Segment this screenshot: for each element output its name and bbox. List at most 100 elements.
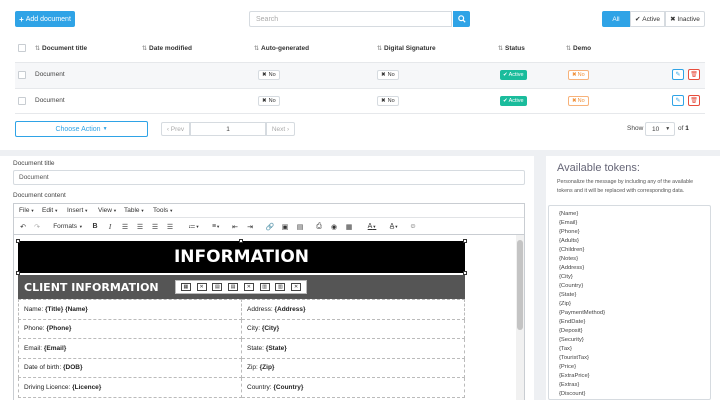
- token-item[interactable]: {EndDate}: [559, 318, 700, 327]
- scrollbar-thumb[interactable]: [517, 240, 523, 330]
- filter-all-button[interactable]: All: [602, 11, 630, 27]
- insert-row-after-icon[interactable]: ▤: [228, 283, 239, 291]
- align-left-icon[interactable]: ☰: [120, 221, 130, 232]
- insert-col-after-icon[interactable]: ▥: [275, 283, 286, 291]
- per-page-select[interactable]: 10 ▼: [645, 122, 675, 136]
- table-cell[interactable]: Driving Licence: {Licence}: [18, 377, 242, 398]
- resize-handle[interactable]: [239, 239, 243, 243]
- numbered-list-icon[interactable]: ≡ ▼: [209, 221, 223, 232]
- status-badge[interactable]: ✔ Active: [500, 70, 527, 80]
- token-item[interactable]: {Price}: [559, 363, 700, 372]
- demo-badge[interactable]: ✖ No: [568, 96, 589, 106]
- table-cell[interactable]: City: {City}: [241, 318, 465, 339]
- token-item[interactable]: {Zip}: [559, 300, 700, 309]
- status-badge[interactable]: ✔ Active: [500, 96, 527, 106]
- column-demo[interactable]: ⇅ Demo: [566, 45, 591, 52]
- token-item[interactable]: {Discount}: [559, 390, 700, 399]
- token-item[interactable]: {Country}: [559, 282, 700, 291]
- select-all-checkbox[interactable]: [18, 44, 26, 52]
- align-center-icon[interactable]: ☰: [135, 221, 145, 232]
- demo-badge[interactable]: ✖ No: [568, 70, 589, 80]
- token-item[interactable]: {Email}: [559, 219, 700, 228]
- table-row[interactable]: Document ✖ No ✖ No ✔ Active ✖ No ✎ 🗑: [15, 62, 705, 88]
- resize-handle[interactable]: [463, 239, 467, 243]
- delete-table-icon[interactable]: ✕: [196, 283, 207, 291]
- column-date-modified[interactable]: ⇅ Date modified: [142, 45, 192, 52]
- delete-button[interactable]: 🗑: [688, 95, 700, 106]
- token-item[interactable]: {Adults}: [559, 237, 700, 246]
- menu-file[interactable]: File ▼: [19, 207, 34, 214]
- table-cell[interactable]: Zip: {Zip}: [241, 357, 465, 378]
- next-page-button[interactable]: Next ›: [266, 122, 295, 136]
- choose-action-dropdown[interactable]: Choose Action ▼: [15, 121, 148, 137]
- token-item[interactable]: {Notes}: [559, 255, 700, 264]
- table-cell[interactable]: Email: {Email}: [18, 338, 242, 359]
- delete-button[interactable]: 🗑: [688, 69, 700, 80]
- column-digital-signature[interactable]: ⇅ Digital Signature: [377, 45, 436, 52]
- table-cell[interactable]: Name: {Title} {Name}: [18, 299, 242, 320]
- token-item[interactable]: {State}: [559, 291, 700, 300]
- filter-inactive-button[interactable]: ✖ Inactive: [665, 11, 705, 27]
- delete-col-icon[interactable]: ✕: [291, 283, 302, 291]
- editor-content[interactable]: INFORMATION CLIENT INFORMATION ▦ ✕ ▤ ▤ ✕…: [14, 235, 516, 400]
- bold-icon[interactable]: B: [90, 221, 100, 232]
- token-item[interactable]: {Name}: [559, 210, 700, 219]
- row-checkbox[interactable]: [18, 71, 26, 79]
- token-item[interactable]: {ExtraPrice}: [559, 372, 700, 381]
- edit-button[interactable]: ✎: [672, 95, 684, 106]
- undo-icon[interactable]: ↶: [18, 221, 28, 232]
- table-props-icon[interactable]: ▦: [180, 283, 191, 291]
- preview-icon[interactable]: ◉: [329, 221, 339, 232]
- image-icon[interactable]: ▣: [280, 221, 290, 232]
- table-cell[interactable]: State: {State}: [241, 338, 465, 359]
- tokens-list[interactable]: {Name} {Email} {Phone} {Adults} {Children} {N…: [548, 205, 711, 400]
- menu-table[interactable]: Table ▼: [124, 207, 145, 214]
- redo-icon[interactable]: ↷: [32, 221, 42, 232]
- embed-icon[interactable]: ▦: [344, 221, 354, 232]
- prev-page-button[interactable]: ‹ Prev: [161, 122, 190, 136]
- menu-view[interactable]: View ▼: [98, 207, 117, 214]
- emoticons-icon[interactable]: ☺: [408, 221, 418, 232]
- delete-row-icon[interactable]: ✕: [243, 283, 254, 291]
- link-icon[interactable]: 🔗: [265, 221, 275, 232]
- token-item[interactable]: {Security}: [559, 336, 700, 345]
- indent-icon[interactable]: ⇥: [245, 221, 255, 232]
- page-number-input[interactable]: 1: [190, 122, 266, 136]
- token-item[interactable]: {Tax}: [559, 345, 700, 354]
- menu-insert[interactable]: Insert ▼: [67, 207, 88, 214]
- insert-row-before-icon[interactable]: ▤: [212, 283, 223, 291]
- row-checkbox[interactable]: [18, 97, 26, 105]
- align-right-icon[interactable]: ☰: [150, 221, 160, 232]
- token-item[interactable]: {Children}: [559, 246, 700, 255]
- column-auto-generated[interactable]: ⇅ Auto-generated: [254, 45, 309, 52]
- table-cell[interactable]: Address: {Address}: [241, 299, 465, 320]
- table-row[interactable]: Document ✖ No ✖ No ✔ Active ✖ No ✎ 🗑: [15, 88, 705, 114]
- table-cell[interactable]: Country: {Country}: [241, 377, 465, 398]
- token-item[interactable]: {Extras}: [559, 381, 700, 390]
- print-icon[interactable]: ⎙: [314, 221, 324, 232]
- filter-active-button[interactable]: ✔ Active: [630, 11, 665, 27]
- document-title-input[interactable]: Document: [13, 170, 525, 185]
- search-input[interactable]: Search: [249, 11, 452, 27]
- editor-scrollbar[interactable]: [516, 235, 524, 400]
- align-justify-icon[interactable]: ☰: [165, 221, 175, 232]
- search-button[interactable]: [453, 11, 470, 27]
- add-document-button[interactable]: + Add document: [15, 11, 75, 27]
- token-item[interactable]: {Address}: [559, 264, 700, 273]
- column-document-title[interactable]: ⇅ Document title: [35, 45, 87, 52]
- edit-button[interactable]: ✎: [672, 69, 684, 80]
- table-cell[interactable]: Phone: {Phone}: [18, 318, 242, 339]
- formats-dropdown[interactable]: Formats ▼: [50, 221, 86, 232]
- bullet-list-icon[interactable]: ≔ ▼: [187, 221, 201, 232]
- text-color-icon[interactable]: A ▼: [364, 221, 380, 232]
- outdent-icon[interactable]: ⇤: [230, 221, 240, 232]
- token-item[interactable]: {Deposit}: [559, 327, 700, 336]
- menu-edit[interactable]: Edit ▼: [42, 207, 58, 214]
- token-item[interactable]: {Phone}: [559, 228, 700, 237]
- background-color-icon[interactable]: A̲ ▼: [386, 221, 402, 232]
- media-icon[interactable]: ▤: [295, 221, 305, 232]
- insert-col-before-icon[interactable]: ▥: [259, 283, 270, 291]
- token-item[interactable]: {City}: [559, 273, 700, 282]
- token-item[interactable]: {PaymentMethod}: [559, 309, 700, 318]
- column-status[interactable]: ⇅ Status: [498, 45, 525, 52]
